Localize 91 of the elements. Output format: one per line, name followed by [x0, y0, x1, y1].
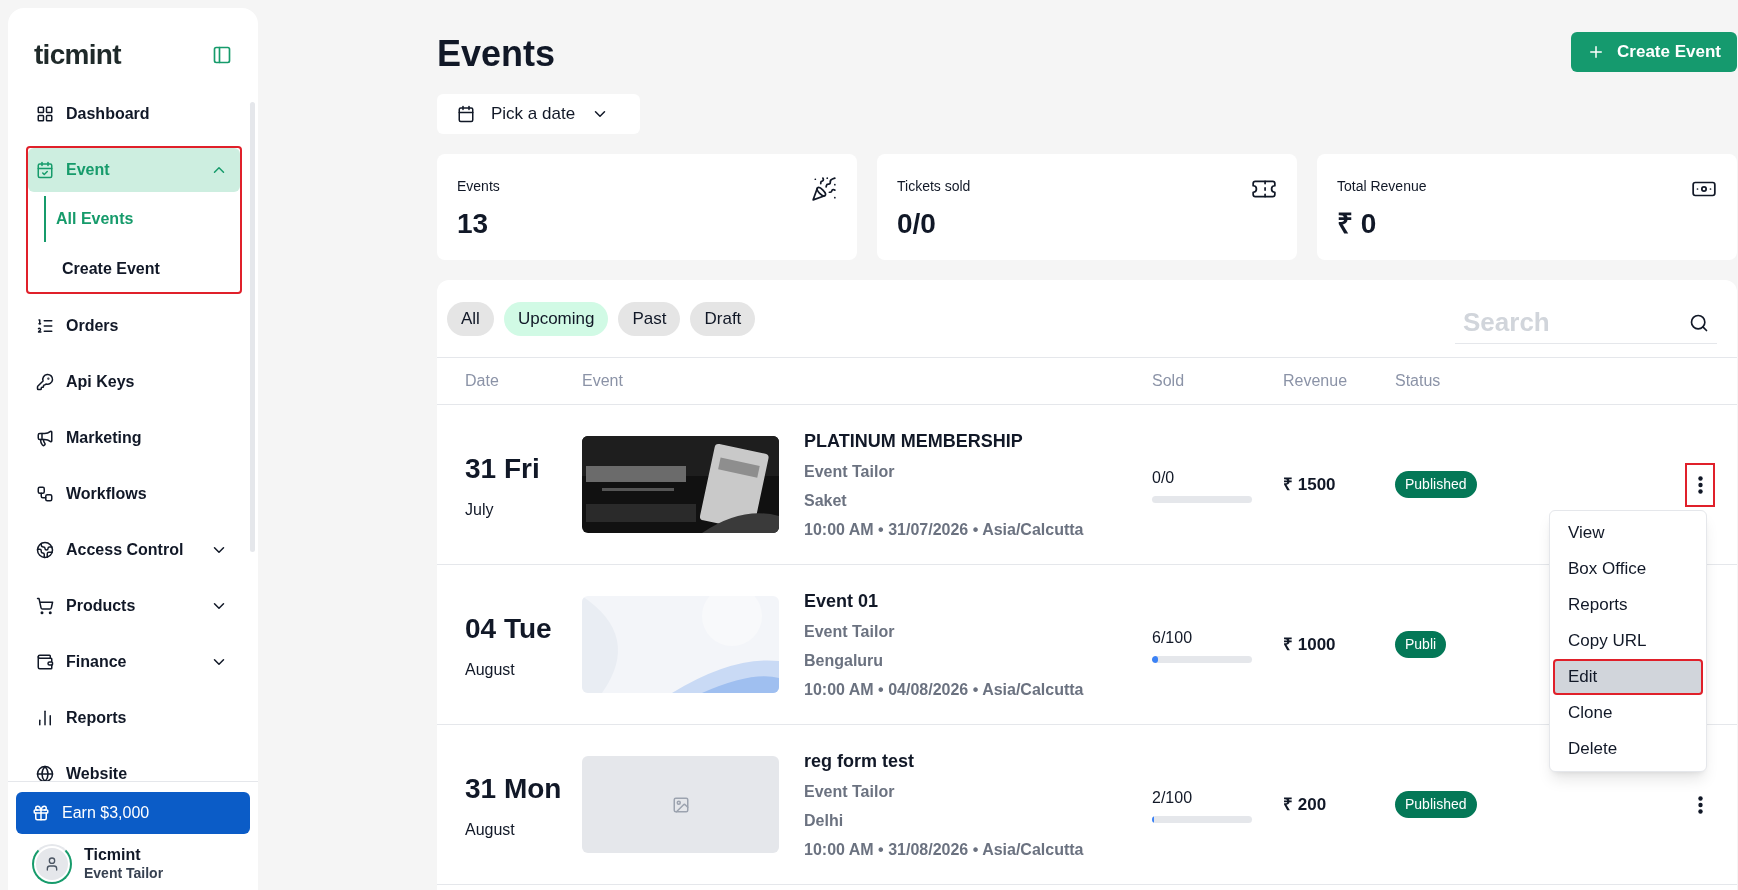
stat-label: Events	[457, 177, 500, 196]
event-title: reg form test	[804, 749, 916, 773]
nav-item[interactable]: Marketing	[28, 416, 240, 460]
nav-item[interactable]: Orders	[28, 304, 240, 348]
nav-item[interactable]: Dashboard	[28, 92, 240, 136]
menu-item[interactable]: View	[1553, 515, 1703, 551]
list-icon	[36, 317, 54, 335]
nav-item[interactable]: Access Control	[28, 528, 240, 572]
event-organizer: Event Tailor	[804, 781, 896, 802]
column-header: Sold	[1152, 371, 1186, 391]
menu-item[interactable]: Edit	[1553, 659, 1703, 695]
filter-chip[interactable]: Past	[618, 301, 681, 336]
user-name: Ticmint	[84, 845, 142, 866]
calendar-icon	[457, 105, 475, 123]
menu-item[interactable]: Reports	[1553, 587, 1703, 623]
menu-item[interactable]: Box Office	[1553, 551, 1703, 587]
stat-value: 0/0	[897, 207, 937, 241]
more-icon	[1697, 795, 1703, 814]
more-icon	[1697, 475, 1703, 494]
image-icon	[671, 795, 690, 814]
column-header: Status	[1395, 371, 1441, 391]
menu-item[interactable]: Delete	[1553, 731, 1703, 767]
revenue: ₹ 200	[1283, 793, 1328, 816]
globe-icon	[36, 541, 54, 559]
stat-value: 13	[457, 207, 490, 241]
event-time: 10:00 AM • 31/08/2026 • Asia/Calcutta	[804, 839, 1085, 860]
event-title: Event 01	[804, 589, 880, 613]
event-month: August	[465, 659, 516, 680]
nav-item[interactable]: Api Keys	[28, 360, 240, 404]
event-venue: Saket	[804, 490, 848, 511]
user-icon	[44, 856, 60, 872]
nav-item[interactable]: Workflows	[28, 472, 240, 516]
event-time: 10:00 AM • 31/07/2026 • Asia/Calcutta	[804, 519, 1085, 540]
sold-count: 0/0	[1152, 468, 1176, 488]
search-icon[interactable]	[1689, 312, 1709, 333]
workflow-icon	[36, 485, 54, 503]
sidebar-toggle-icon[interactable]	[212, 45, 232, 65]
sold-count: 6/100	[1152, 628, 1194, 648]
cart-icon	[36, 597, 54, 615]
nav-item[interactable]: Finance	[28, 640, 240, 684]
user-subtitle: Event Tailor	[84, 865, 164, 883]
more-button[interactable]	[1685, 462, 1715, 507]
revenue: ₹ 1500	[1283, 473, 1337, 496]
create-event-button[interactable]: Create Event	[1571, 32, 1737, 72]
column-header: Event	[582, 371, 624, 391]
filter-chip[interactable]: Draft	[690, 301, 756, 336]
key-icon	[36, 373, 54, 391]
status-badge: Publi	[1395, 631, 1447, 658]
logo: ticmint	[34, 38, 121, 72]
party-popper-icon	[811, 176, 837, 202]
nav-item[interactable]: Reports	[28, 696, 240, 740]
event-time: 10:00 AM • 04/08/2026 • Asia/Calcutta	[804, 679, 1085, 700]
avatar[interactable]	[32, 844, 72, 884]
scrollbar[interactable]	[250, 102, 255, 552]
nav-subitem[interactable]: All Events	[44, 196, 240, 242]
wallet-icon	[36, 653, 54, 671]
event-month: July	[465, 499, 495, 520]
event-month: August	[465, 819, 516, 840]
stat-label: Total Revenue	[1337, 177, 1427, 196]
revenue: ₹ 1000	[1283, 633, 1337, 656]
menu-item[interactable]: Copy URL	[1553, 623, 1703, 659]
bar-chart-icon	[36, 709, 54, 727]
nav-subitem[interactable]: Create Event	[28, 246, 240, 292]
stat-label: Tickets sold	[897, 177, 971, 196]
menu-item[interactable]: Clone	[1553, 695, 1703, 731]
filter-chip[interactable]: Upcoming	[503, 301, 609, 336]
sold-count: 2/100	[1152, 788, 1194, 808]
event-day: 31 Mon	[465, 767, 582, 810]
date-picker[interactable]: Pick a date	[437, 94, 640, 134]
stat-value: ₹ 0	[1337, 207, 1378, 241]
event-organizer: Event Tailor	[804, 461, 896, 482]
column-header: Date	[464, 371, 500, 391]
event-venue: Bengaluru	[804, 650, 885, 671]
page-title: Events	[437, 36, 556, 72]
grid-icon	[36, 105, 54, 123]
event-day: 31 Fri	[465, 447, 582, 490]
earn-button[interactable]: Earn $3,000	[16, 792, 250, 834]
nav-item[interactable]: Website	[28, 752, 240, 781]
status-badge: Published	[1395, 471, 1477, 498]
globe-icon	[36, 765, 54, 781]
event-title: PLATINUM MEMBERSHIP	[804, 429, 1024, 453]
calendar-icon	[36, 161, 54, 179]
filter-chip[interactable]: All	[447, 301, 494, 336]
megaphone-icon	[36, 429, 54, 447]
gift-icon	[32, 804, 50, 822]
event-organizer: Event Tailor	[804, 621, 896, 642]
event-day: 04 Tue	[465, 607, 582, 650]
column-header: Revenue	[1283, 371, 1349, 391]
status-badge: Published	[1395, 791, 1477, 818]
event-venue: Delhi	[804, 810, 845, 831]
nav-item[interactable]: Products	[28, 584, 240, 628]
